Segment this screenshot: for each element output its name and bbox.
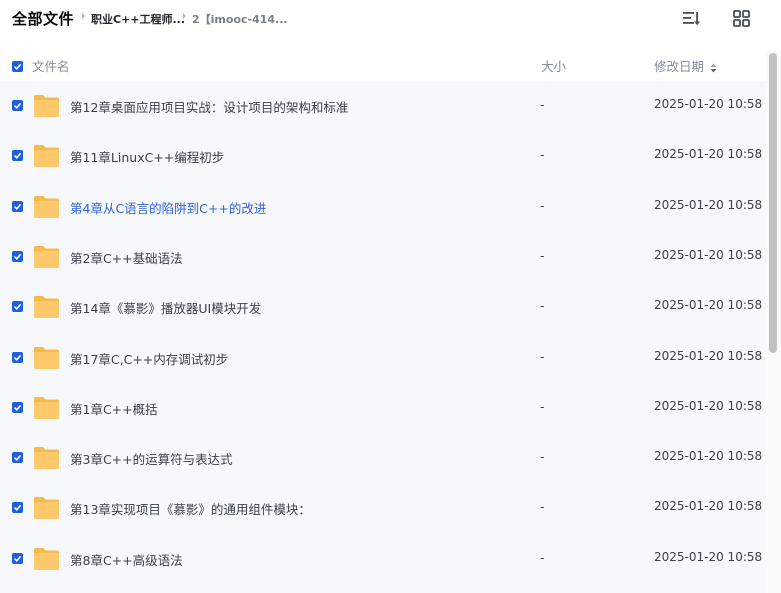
- folder-icon: [33, 445, 60, 471]
- file-list: 第12章桌面应用项目实战：设计项目的架构和标准 - 2025-01-20 10:58…: [0, 81, 766, 593]
- file-date: 2025-01-20 10:58: [654, 449, 763, 464]
- breadcrumb-root[interactable]: 全部文件: [12, 8, 74, 29]
- row-checkbox[interactable]: [12, 100, 23, 111]
- file-row[interactable]: 第3章C++的运算符与表达式 - 2025-01-20 10:58: [0, 433, 766, 483]
- row-checkbox[interactable]: [12, 301, 23, 313]
- file-date: 2025-01-20 10:58: [654, 499, 763, 514]
- row-checkbox[interactable]: [12, 351, 23, 363]
- file-row[interactable]: 第8章C++高级语法 - 2025-01-20 10:58: [0, 534, 766, 584]
- column-header-date-label: 修改日期: [654, 59, 705, 74]
- sort-toggle-icon[interactable]: [710, 62, 717, 74]
- folder-icon: [33, 495, 60, 521]
- file-name[interactable]: 第1章C++概括: [70, 399, 158, 418]
- file-date: 2025-01-20 10:58: [654, 247, 763, 262]
- folder-icon: [33, 294, 60, 320]
- column-header-date[interactable]: 修改日期: [654, 56, 717, 76]
- row-checkbox[interactable]: [12, 452, 23, 464]
- file-size: -: [540, 398, 545, 414]
- file-row[interactable]: 第4章从C语言的陷阱到C++的改进 - 2025-01-20 10:58: [0, 182, 766, 232]
- column-header-name[interactable]: 文件名: [32, 56, 70, 76]
- file-size: -: [540, 499, 545, 515]
- breadcrumb-item[interactable]: 职业C++工程师...: [91, 11, 185, 27]
- scrollbar-thumb[interactable]: [769, 53, 777, 353]
- row-checkbox[interactable]: [12, 200, 23, 212]
- file-name[interactable]: 第12章桌面应用项目实战：设计项目的架构和标准: [70, 97, 348, 116]
- file-name[interactable]: 第14章《慕影》播放器UI模块开发: [70, 298, 261, 317]
- folder-icon: [33, 194, 60, 220]
- column-header-size[interactable]: 大小: [541, 56, 566, 76]
- breadcrumb-separator-icon: [183, 13, 186, 19]
- file-row[interactable]: 第13章实现项目《慕影》的通用组件模块： - 2025-01-20 10:58: [0, 483, 766, 533]
- folder-icon: [33, 345, 60, 371]
- file-name[interactable]: 第8章C++高级语法: [70, 550, 183, 569]
- select-all-checkbox[interactable]: [12, 61, 23, 72]
- file-name[interactable]: 第3章C++的运算符与表达式: [70, 449, 233, 468]
- file-name[interactable]: 第17章C,C++内存调试初步: [70, 349, 228, 368]
- folder-icon: [33, 244, 60, 270]
- breadcrumb-item-current[interactable]: 2【imooc-414...: [192, 11, 288, 27]
- file-size: -: [540, 449, 545, 465]
- row-checkbox[interactable]: [12, 502, 23, 514]
- file-row[interactable]: 第2章C++基础语法 - 2025-01-20 10:58: [0, 232, 766, 282]
- row-checkbox[interactable]: [12, 250, 23, 262]
- breadcrumb-separator-icon: [82, 13, 85, 19]
- folder-icon: [33, 143, 60, 169]
- folder-icon: [33, 395, 60, 421]
- header: 全部文件 职业C++工程师... 2【imooc-414...: [0, 0, 781, 38]
- row-checkbox[interactable]: [12, 150, 23, 162]
- file-size: -: [540, 348, 545, 364]
- folder-icon: [33, 546, 60, 572]
- file-date: 2025-01-20 10:58: [654, 97, 763, 111]
- file-size: -: [540, 147, 545, 163]
- file-size: -: [540, 247, 545, 263]
- file-name[interactable]: 第2章C++基础语法: [70, 248, 183, 267]
- file-size: -: [540, 97, 545, 112]
- file-date: 2025-01-20 10:58: [654, 549, 763, 564]
- file-row[interactable]: 第14章《慕影》播放器UI模块开发 - 2025-01-20 10:58: [0, 282, 766, 332]
- file-row[interactable]: 第1章C++概括 - 2025-01-20 10:58: [0, 383, 766, 433]
- file-row[interactable]: 第11章LinuxC++编程初步 - 2025-01-20 10:58: [0, 131, 766, 181]
- file-row[interactable]: 第12章桌面应用项目实战：设计项目的架构和标准 - 2025-01-20 10:58: [0, 81, 766, 131]
- file-size: -: [540, 298, 545, 314]
- file-size: -: [540, 549, 545, 565]
- file-date: 2025-01-20 10:58: [654, 197, 763, 212]
- file-date: 2025-01-20 10:58: [654, 398, 763, 413]
- sort-list-icon[interactable]: [682, 9, 702, 29]
- file-name[interactable]: 第4章从C语言的陷阱到C++的改进: [70, 198, 266, 217]
- row-checkbox[interactable]: [12, 401, 23, 413]
- row-checkbox[interactable]: [12, 552, 23, 564]
- file-date: 2025-01-20 10:58: [654, 147, 763, 162]
- grid-view-icon[interactable]: [732, 9, 752, 29]
- folder-icon: [33, 93, 60, 119]
- file-name[interactable]: 第11章LinuxC++编程初步: [70, 147, 224, 166]
- file-name[interactable]: 第13章实现项目《慕影》的通用组件模块：: [70, 499, 311, 518]
- file-date: 2025-01-20 10:58: [654, 298, 763, 313]
- file-row[interactable]: 第17章C,C++内存调试初步 - 2025-01-20 10:58: [0, 333, 766, 383]
- file-size: -: [540, 197, 545, 213]
- file-date: 2025-01-20 10:58: [654, 348, 763, 363]
